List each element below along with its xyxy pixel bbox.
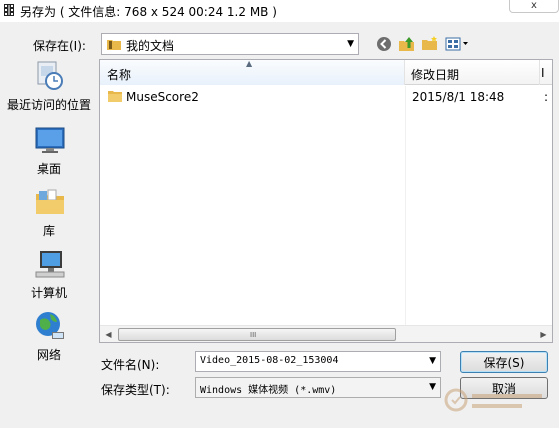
place-label: 计算机 (30, 286, 67, 300)
file-name: MuseScore2 (126, 90, 199, 104)
view-menu-icon (445, 37, 468, 51)
scroll-thumb[interactable]: III (118, 328, 396, 341)
back-icon (377, 37, 391, 51)
filename-input[interactable]: Video_2015-08-02_153004 ▼ (195, 351, 441, 372)
place-label: 最近访问的位置 (6, 98, 91, 112)
scroll-right-icon[interactable]: ▶ (535, 326, 552, 342)
filename-label: 文件名(N): (101, 358, 160, 372)
file-date: 2015/8/1 18:48 (412, 90, 505, 104)
back-button[interactable] (373, 33, 395, 55)
new-folder-button[interactable] (419, 33, 441, 55)
chevron-down-icon[interactable]: ▼ (429, 356, 436, 366)
column-divider (405, 86, 406, 342)
place-desktop[interactable]: 桌面 (0, 124, 98, 180)
place-libraries[interactable]: 库 (0, 186, 98, 242)
file-more: : (544, 90, 549, 104)
close-button[interactable]: x (509, 0, 559, 13)
location-dropdown[interactable]: 我的文档 ▼ (101, 33, 359, 55)
places-bar: 最近访问的位置 桌面 库 计算机 网络 (0, 58, 98, 368)
desktop-icon (35, 127, 65, 153)
scroll-left-icon[interactable]: ◀ (100, 326, 117, 342)
save-button-label: 保存(S) (483, 355, 525, 370)
list-item[interactable]: MuseScore2 2015/8/1 18:48 : (100, 86, 552, 342)
title-bar: 另存为 ( 文件信息: 768 x 524 00:24 1.2 MB ) x (0, 0, 559, 22)
recent-places-icon (37, 61, 63, 90)
filetype-value: Windows 媒体视频 (*.wmv) (200, 385, 337, 396)
filetype-label: 保存类型(T): (101, 383, 170, 397)
column-header-more[interactable]: I (541, 66, 545, 80)
horizontal-scrollbar[interactable]: ◀ III ▶ (100, 325, 552, 342)
view-menu-button[interactable] (444, 33, 470, 55)
file-list[interactable]: 名称 ▲ 修改日期 I MuseScore2 2015/8/1 18:48 : … (99, 59, 553, 343)
chevron-down-icon: ▼ (429, 382, 436, 392)
place-label: 桌面 (36, 162, 61, 176)
filename-value: Video_2015-08-02_153004 (200, 355, 339, 366)
up-folder-icon (399, 37, 414, 51)
film-icon (4, 4, 14, 16)
sort-ascending-icon: ▲ (246, 59, 253, 68)
scroll-grip: III (250, 331, 257, 339)
place-label: 网络 (36, 348, 61, 362)
computer-icon (35, 251, 65, 278)
place-label: 库 (42, 224, 55, 238)
file-list-header: 名称 ▲ 修改日期 I (100, 60, 552, 85)
new-folder-icon (422, 36, 437, 50)
chevron-down-icon: ▼ (347, 39, 354, 49)
folder-icon (108, 91, 122, 102)
column-header-name[interactable]: 名称 ▲ (100, 60, 405, 85)
documents-folder-icon (107, 40, 121, 50)
filetype-dropdown[interactable]: Windows 媒体视频 (*.wmv) ▼ (195, 377, 441, 398)
column-label: 修改日期 (411, 68, 460, 82)
save-button[interactable]: 保存(S) (460, 351, 548, 373)
libraries-icon (36, 189, 64, 214)
column-header-date[interactable]: 修改日期 (406, 60, 540, 85)
close-icon: x (531, 0, 537, 11)
place-recent[interactable]: 最近访问的位置 (0, 60, 98, 116)
save-in-label: 保存在(I): (33, 39, 86, 53)
watermark-logo (444, 388, 542, 412)
column-label: 名称 (107, 68, 132, 82)
window-title: 另存为 ( 文件信息: 768 x 524 00:24 1.2 MB ) (20, 5, 277, 19)
place-computer[interactable]: 计算机 (0, 248, 98, 304)
network-icon (36, 312, 64, 339)
up-folder-button[interactable] (396, 33, 418, 55)
location-value: 我的文档 (126, 39, 175, 53)
save-as-dialog: 另存为 ( 文件信息: 768 x 524 00:24 1.2 MB ) x 保… (0, 0, 559, 428)
place-network[interactable]: 网络 (0, 310, 98, 366)
